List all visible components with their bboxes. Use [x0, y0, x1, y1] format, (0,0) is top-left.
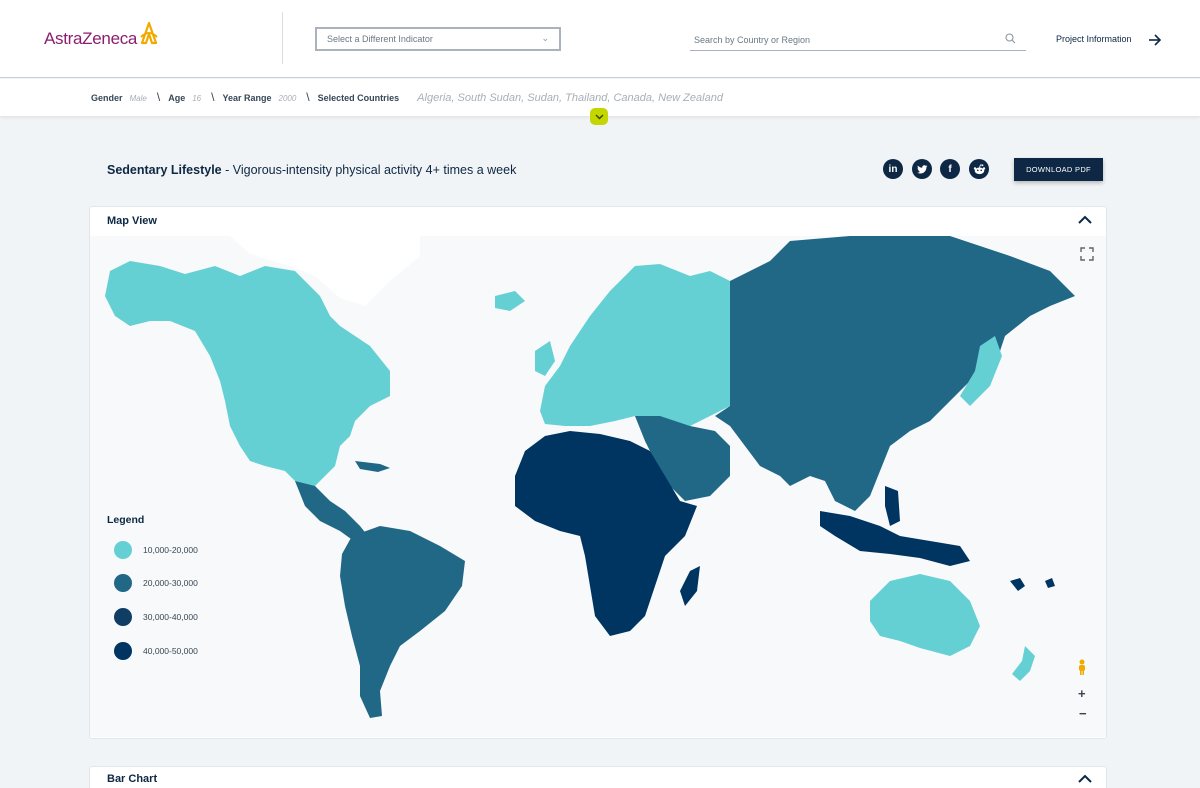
uk-shape [535, 341, 555, 376]
zoom-in-button[interactable]: + [1078, 686, 1086, 701]
expand-filters-button[interactable] [590, 108, 608, 125]
map-view-card: Map View + − Legend 10,000-20,000 20,000… [89, 206, 1107, 739]
chevron-up-icon[interactable] [1077, 773, 1093, 785]
legend-item: 20,000-30,000 [114, 574, 198, 592]
madagascar-shape [680, 566, 700, 606]
indicator-name: Sedentary Lifestyle [107, 163, 222, 177]
caribbean-shape [355, 461, 390, 472]
filter-separator: \ [306, 90, 310, 104]
filter-separator: \ [156, 90, 161, 104]
legend-item: 10,000-20,000 [114, 541, 198, 559]
new-zealand-shape [1012, 646, 1035, 681]
reddit-icon[interactable] [969, 159, 989, 179]
europe-shape [540, 264, 730, 428]
bar-chart-title: Bar Chart [107, 773, 158, 785]
search-icon[interactable] [1005, 33, 1016, 44]
selected-countries-label: Selected Countries [317, 93, 400, 103]
legend-item: 30,000-40,000 [114, 608, 198, 626]
pegman-icon[interactable] [1077, 659, 1087, 675]
filter-separator: \ [211, 90, 215, 104]
arrow-right-icon[interactable] [1148, 30, 1162, 50]
chevron-up-icon[interactable] [1077, 214, 1093, 226]
facebook-icon[interactable]: f [940, 159, 960, 179]
age-value[interactable]: 16 [192, 94, 201, 103]
legend-label: 20,000-30,000 [143, 578, 198, 588]
legend-item: 40,000-50,000 [114, 642, 198, 660]
gender-value[interactable]: Male [130, 94, 147, 103]
fullscreen-icon[interactable] [1080, 247, 1094, 261]
indicator-description: - Vigorous-intensity physical activity 4… [221, 163, 517, 177]
legend-swatch [114, 541, 132, 559]
page-title: Sedentary Lifestyle - Vigorous-intensity… [107, 163, 516, 177]
chevron-down-icon [594, 113, 604, 120]
zoom-out-button[interactable]: − [1079, 706, 1087, 721]
iceland-shape [495, 291, 525, 311]
indicator-select-label: Select a Different Indicator [327, 34, 433, 44]
year-range-value[interactable]: 2000 [279, 94, 297, 103]
twitter-icon[interactable] [912, 159, 932, 179]
chevron-down-icon: ⌄ [541, 33, 549, 43]
world-map[interactable]: + − [90, 236, 1106, 737]
legend-label: 10,000-20,000 [143, 545, 198, 555]
legend-label: 30,000-40,000 [143, 612, 198, 622]
asia-shape [715, 236, 1075, 511]
logo-mark-icon [140, 21, 158, 45]
age-label: Age [168, 93, 186, 103]
pacific-islands-shape [1045, 578, 1055, 588]
legend-title: Legend [107, 514, 145, 526]
australia-shape [870, 574, 980, 656]
legend-swatch [114, 642, 132, 660]
linkedin-icon[interactable]: in [883, 159, 903, 179]
map-view-title: Map View [107, 215, 157, 227]
download-pdf-button[interactable]: DOWNLOAD PDF [1014, 158, 1103, 181]
legend-swatch [114, 574, 132, 592]
selected-countries-value[interactable]: Algeria, South Sudan, Sudan, Thailand, C… [417, 92, 723, 104]
legend-label: 40,000-50,000 [143, 646, 198, 656]
astrazeneca-logo[interactable]: AstraZeneca [44, 21, 159, 56]
bar-chart-card: Bar Chart [89, 766, 1107, 788]
pacific-islands-shape [1010, 578, 1025, 591]
gender-label: Gender [91, 93, 123, 103]
world-map-svg[interactable] [90, 236, 1106, 737]
top-header: AstraZeneca Select a Different Indicator… [0, 0, 1200, 78]
project-information-link[interactable]: Project Information [1056, 34, 1132, 44]
header-divider [282, 12, 283, 64]
logo-text: AstraZeneca [44, 29, 138, 48]
year-range-label: Year Range [222, 93, 272, 103]
filter-breadcrumb: Gender Male \ Age 16 \ Year Range 2000 \… [91, 90, 723, 104]
philippines-shape [885, 486, 900, 526]
south-america-shape [340, 526, 465, 718]
indicator-select[interactable]: Select a Different Indicator ⌄ [315, 27, 561, 51]
search-field[interactable] [690, 30, 1026, 51]
legend-swatch [114, 608, 132, 626]
search-input[interactable] [690, 31, 990, 49]
